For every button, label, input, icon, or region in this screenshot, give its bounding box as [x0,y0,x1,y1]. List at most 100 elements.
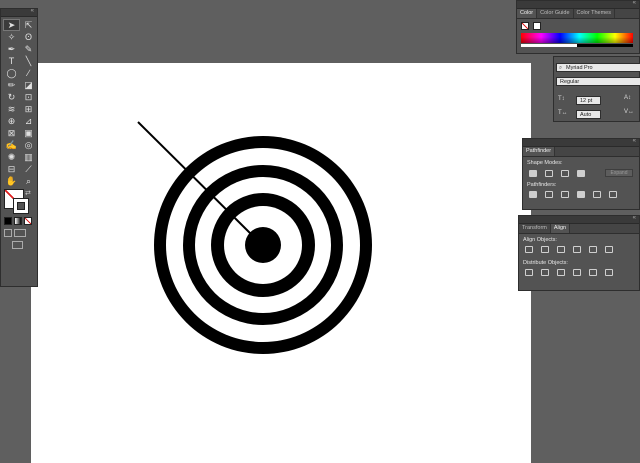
lasso-tool[interactable]: ʘ [20,31,37,43]
selection-tool[interactable]: ➤ [3,19,20,31]
rotate-tool[interactable]: ↻ [3,91,20,103]
symbol-sprayer-tool[interactable]: ✺ [3,151,20,163]
horizontal-align-right-icon[interactable] [557,246,565,253]
pathfinder-panel-tabs: Pathfinder [523,147,639,157]
paintbrush-tool[interactable]: ∕ [20,67,37,79]
gradient-mode-icon[interactable] [14,217,22,225]
horizontal-align-left-icon[interactable] [525,246,533,253]
vertical-align-top-icon[interactable] [573,246,581,253]
gradient-tool[interactable]: ▣ [20,127,37,139]
stroke-swatch[interactable] [13,198,29,214]
shape-builder-tool[interactable]: ⊕ [3,115,20,127]
artboard-tool[interactable]: ⊟ [3,163,20,175]
scale-tool[interactable]: ⊡ [20,91,37,103]
collapse-icon[interactable]: « [633,138,636,144]
none-mode-icon[interactable] [24,217,32,225]
horizontal-distribute-right-icon[interactable] [605,269,613,276]
color-mode-icon[interactable] [4,217,12,225]
draw-behind-icon[interactable] [14,229,26,237]
unite-icon[interactable] [529,169,537,177]
vertical-distribute-top-icon[interactable] [525,269,533,276]
crop-icon[interactable] [577,191,585,198]
eyedropper-tool[interactable]: ✍ [3,139,20,151]
leading-value: Auto [580,112,592,118]
horizontal-distribute-center-icon[interactable] [589,269,597,276]
align-panel-header[interactable]: « [519,215,639,224]
leading-field[interactable]: Auto [576,110,601,119]
font-style-field[interactable]: Regular [556,77,640,86]
distribute-objects-label: Distribute Objects: [523,260,568,266]
magic-wand-tool[interactable]: ✧ [3,31,20,43]
color-spectrum[interactable] [521,33,633,43]
pen-tool[interactable]: ✒ [3,43,20,55]
exclude-icon[interactable] [577,169,585,177]
horizontal-align-center-icon[interactable] [541,246,549,253]
distribute-objects-row [519,267,639,278]
intersect-icon[interactable] [561,169,569,177]
tab-color[interactable]: Color [517,9,538,18]
font-family-field[interactable]: ⌕ Myriad Pro [556,63,640,72]
vertical-distribute-center-icon[interactable] [541,269,549,276]
black-white-bar[interactable] [521,44,639,47]
artboard[interactable] [31,63,531,463]
minus-front-icon[interactable] [545,169,553,177]
type-tool[interactable]: T [3,55,20,67]
pathfinders-label: Pathfinders: [527,182,557,188]
fill-stroke-control[interactable]: ⇄ [4,189,37,215]
pathfinder-panel: « Pathfinder Shape Modes: Expand Pathfin… [522,138,640,210]
color-panel: « Color Color Guide Color Themes [516,0,640,54]
tab-align[interactable]: Align [550,224,571,233]
pencil-tool[interactable]: ✏ [3,79,20,91]
pathfinder-panel-header[interactable]: « [523,138,639,147]
vertical-align-bottom-icon[interactable] [605,246,613,253]
vertical-distribute-bottom-icon[interactable] [557,269,565,276]
tracking-icon: T↔ [558,110,568,116]
warp-tool[interactable]: ≋ [3,103,20,115]
outline-icon[interactable] [593,191,601,198]
direct-selection-tool[interactable]: ⇱ [20,19,37,31]
eraser-tool[interactable]: ◪ [20,79,37,91]
swap-icon[interactable]: ⇄ [25,189,31,197]
font-size-value: 12 pt [580,98,593,104]
font-style-value: Regular [560,79,580,85]
perspective-grid-tool[interactable]: ⊿ [20,115,37,127]
tab-color-guide[interactable]: Color Guide [537,9,574,18]
vertical-align-center-icon[interactable] [589,246,597,253]
minus-back-icon[interactable] [609,191,617,198]
zoom-tool[interactable]: ⌕ [20,175,37,187]
tools-panel-header[interactable]: « [1,8,37,17]
collapse-icon[interactable]: « [31,8,34,14]
expand-button[interactable]: Expand [605,169,633,177]
tools-grid: ➤ ⇱ ✧ ʘ ✒ ✎ T ╲ ◯ ∕ ✏ ◪ ↻ ⊡ ≋ ⊞ ⊕ ⊿ ⊠ ▣ ✍ ◎ ✺ ▥ ⊟ ⟋ ✋ ⌕ [1,17,37,187]
horizontal-distribute-left-icon[interactable] [573,269,581,276]
color-mode-row [1,215,37,227]
align-panel: « Transform Align Align Objects: Distrib… [518,215,640,291]
divide-icon[interactable] [529,191,537,198]
curvature-tool[interactable]: ✎ [20,43,37,55]
leading-icon: A↕ [624,95,632,101]
column-graph-tool[interactable]: ▥ [20,151,37,163]
bullseye-artwork[interactable] [31,63,531,463]
none-swatch[interactable] [521,22,529,30]
search-icon: ⌕ [559,65,563,71]
hand-tool[interactable]: ✋ [3,175,20,187]
free-transform-tool[interactable]: ⊞ [20,103,37,115]
color-panel-header[interactable]: « [517,0,639,9]
mesh-tool[interactable]: ⊠ [3,127,20,139]
screen-mode-icon[interactable] [12,241,23,249]
font-size-icon: T↕ [558,96,565,102]
ellipse-tool[interactable]: ◯ [3,67,20,79]
slice-tool[interactable]: ⟋ [20,163,37,175]
blend-tool[interactable]: ◎ [20,139,37,151]
tab-color-themes[interactable]: Color Themes [574,9,615,18]
tab-pathfinder[interactable]: Pathfinder [523,147,556,156]
merge-icon[interactable] [561,191,569,198]
trim-icon[interactable] [545,191,553,198]
collapse-icon[interactable]: « [633,215,636,221]
white-swatch[interactable] [533,22,541,30]
tab-transform[interactable]: Transform [519,224,551,233]
font-size-field[interactable]: 12 pt [576,96,601,105]
draw-normal-icon[interactable] [4,229,12,237]
line-segment-tool[interactable]: ╲ [20,55,37,67]
collapse-icon[interactable]: « [633,0,636,6]
